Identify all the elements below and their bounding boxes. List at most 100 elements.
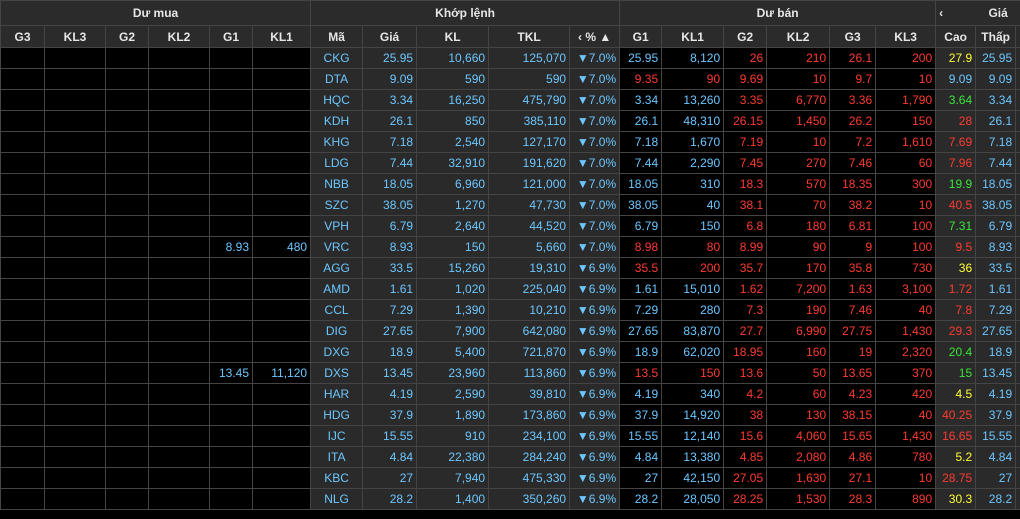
- cell-avg: 19.47: [1015, 341, 1020, 363]
- sort-up-icon[interactable]: ▲: [599, 30, 611, 44]
- price-prev-arrow-icon[interactable]: ‹: [939, 6, 943, 20]
- cell-high: 40.5: [935, 194, 977, 216]
- col-buy-kl1[interactable]: KL1: [251, 25, 312, 48]
- table-row[interactable]: DTA 9.09 590 590 ▼7.0% 9.35 90 9.69 10 9.7 10 9.09 9…: [0, 68, 1020, 90]
- cell-buy-g3: [0, 341, 45, 363]
- col-symbol[interactable]: Mã: [310, 25, 364, 48]
- cell-symbol: HQC: [310, 89, 364, 111]
- table-row[interactable]: HDG 37.9 1,890 173,860 ▼6.9% 37.9 14,920 38 130 3…: [0, 404, 1020, 426]
- cell-sell-kl2: 170: [766, 257, 831, 279]
- cell-sell-kl1: 40: [661, 194, 725, 216]
- cell-buy-kl3: [44, 131, 106, 153]
- col-sell-g1[interactable]: G1: [619, 25, 663, 48]
- group-buy-header: Dư mua: [0, 0, 312, 26]
- cell-buy-g1: [209, 257, 253, 279]
- table-row[interactable]: HAR 4.19 2,590 39,810 ▼6.9% 4.19 340 4.2 60 4.23 4…: [0, 383, 1020, 405]
- cell-sell-kl3: 1,610: [875, 131, 937, 153]
- cell-sell-g1: 7.18: [619, 131, 663, 153]
- cell-avg: 7.42: [1015, 299, 1020, 321]
- cell-low: 18.9: [975, 341, 1017, 363]
- table-row[interactable]: SZC 38.05 1,270 47,730 ▼7.0% 38.05 40 38.1 70 38.…: [0, 194, 1020, 216]
- table-row[interactable]: NBB 18.05 6,960 121,000 ▼7.0% 18.05 310 18.3 570…: [0, 173, 1020, 195]
- table-row[interactable]: KBC 27 7,940 475,330 ▼6.9% 27 42,150 27.05 1,630…: [0, 467, 1020, 489]
- cell-sell-g3: 4.23: [829, 383, 877, 405]
- table-row[interactable]: HQC 3.34 16,250 475,790 ▼7.0% 3.34 13,260 3.35 6…: [0, 89, 1020, 111]
- chevron-left-icon[interactable]: ‹: [578, 30, 582, 44]
- cell-buy-g3: [0, 257, 45, 279]
- cell-low: 4.84: [975, 446, 1017, 468]
- cell-sell-kl1: 2,290: [661, 152, 725, 174]
- cell-high: 27.9: [935, 47, 977, 69]
- col-price[interactable]: Giá: [362, 25, 418, 48]
- col-sell-g3[interactable]: G3: [829, 25, 877, 48]
- table-row[interactable]: LDG 7.44 32,910 191,620 ▼7.0% 7.44 2,290 7.45 27…: [0, 152, 1020, 174]
- table-row[interactable]: AMD 1.61 1,020 225,040 ▼6.9% 1.61 15,010 1.62 7,…: [0, 278, 1020, 300]
- cell-avg: 13.83: [1015, 362, 1020, 384]
- col-avg[interactable]: TB: [1015, 25, 1020, 48]
- cell-sell-g2: 4.85: [723, 446, 768, 468]
- cell-symbol: NBB: [310, 173, 364, 195]
- cell-high: 7.96: [935, 152, 977, 174]
- cell-sell-g3: 27.1: [829, 467, 877, 489]
- table-row[interactable]: CKG 25.95 10,660 125,070 ▼7.0% 25.95 8,120 26 21…: [0, 47, 1020, 69]
- col-buy-g1[interactable]: G1: [209, 25, 253, 48]
- table-row[interactable]: KHG 7.18 2,540 127,170 ▼7.0% 7.18 1,670 7.19 10 7…: [0, 131, 1020, 153]
- col-buy-g2[interactable]: G2: [105, 25, 149, 48]
- cell-avg: 9.09: [1015, 68, 1020, 90]
- cell-percent: ▼6.9%: [569, 320, 621, 342]
- col-low[interactable]: Thấp: [975, 25, 1017, 48]
- cell-buy-g1: [209, 47, 253, 69]
- col-high[interactable]: Cao: [935, 25, 977, 48]
- cell-symbol: IJC: [310, 425, 364, 447]
- cell-buy-g1: [209, 488, 253, 510]
- cell-sell-g2: 8.99: [723, 236, 768, 258]
- cell-buy-kl2: [148, 299, 210, 321]
- cell-buy-g2: [105, 278, 149, 300]
- table-row[interactable]: ITA 4.84 22,380 284,240 ▼6.9% 4.84 13,380 4.85 2…: [0, 446, 1020, 468]
- table-row[interactable]: 8.93 480 VRC 8.93 150 5,660 ▼7.0% 8.98 80 8.99 90 9…: [0, 236, 1020, 258]
- cell-buy-kl2: [148, 488, 210, 510]
- col-sell-kl2[interactable]: KL2: [766, 25, 831, 48]
- cell-high: 7.8: [935, 299, 977, 321]
- cell-sell-g3: 7.46: [829, 152, 877, 174]
- col-buy-kl3[interactable]: KL3: [44, 25, 106, 48]
- col-sell-kl3[interactable]: KL3: [875, 25, 937, 48]
- cell-sell-kl1: 200: [661, 257, 725, 279]
- cell-sell-g1: 7.44: [619, 152, 663, 174]
- cell-buy-g3: [0, 425, 45, 447]
- cell-sell-kl1: 62,020: [661, 341, 725, 363]
- col-total-volume[interactable]: TKL: [488, 25, 571, 48]
- table-row[interactable]: CCL 7.29 1,390 10,210 ▼6.9% 7.29 280 7.3 190 7.46…: [0, 299, 1020, 321]
- col-volume[interactable]: KL: [416, 25, 490, 48]
- cell-avg: 28.05: [1015, 320, 1020, 342]
- cell-sell-kl3: 1,430: [875, 320, 937, 342]
- cell-sell-kl2: 10: [766, 131, 831, 153]
- cell-high: 19.9: [935, 173, 977, 195]
- cell-buy-g3: [0, 362, 45, 384]
- table-row[interactable]: IJC 15.55 910 234,100 ▼6.9% 15.55 12,140 15.6 4,…: [0, 425, 1020, 447]
- cell-sell-g2: 38: [723, 404, 768, 426]
- table-row[interactable]: VPH 6.79 2,640 44,520 ▼7.0% 6.79 150 6.8 180 6.81…: [0, 215, 1020, 237]
- cell-avg: 7.29: [1015, 131, 1020, 153]
- cell-sell-g2: 26.15: [723, 110, 768, 132]
- table-row[interactable]: AGG 33.5 15,260 19,310 ▼6.9% 35.5 200 35.7 170 35…: [0, 257, 1020, 279]
- cell-sell-g2: 3.35: [723, 89, 768, 111]
- cell-total-volume: 125,070: [488, 47, 571, 69]
- cell-buy-g2: [105, 236, 149, 258]
- cell-price: 28.2: [362, 488, 418, 510]
- table-row[interactable]: DIG 27.65 7,900 642,080 ▼6.9% 27.65 83,870 27.7…: [0, 320, 1020, 342]
- cell-sell-kl3: 150: [875, 110, 937, 132]
- col-buy-g3[interactable]: G3: [0, 25, 45, 48]
- cell-buy-kl1: [251, 47, 312, 69]
- cell-buy-g3: [0, 446, 45, 468]
- cell-buy-kl2: [148, 446, 210, 468]
- table-row[interactable]: NLG 28.2 1,400 350,260 ▼6.9% 28.2 28,050 28.25 1…: [0, 488, 1020, 510]
- table-row[interactable]: KDH 26.1 850 385,110 ▼7.0% 26.1 48,310 26.15 1,4…: [0, 110, 1020, 132]
- cell-buy-g3: [0, 236, 45, 258]
- table-row[interactable]: 13.45 11,120 DXS 13.45 23,960 113,860 ▼6.9% 13.…: [0, 362, 1020, 384]
- col-sell-kl1[interactable]: KL1: [661, 25, 725, 48]
- table-row[interactable]: DXG 18.9 5,400 721,870 ▼6.9% 18.9 62,020 18.95 1…: [0, 341, 1020, 363]
- col-percent[interactable]: ‹ % ▲: [569, 25, 621, 48]
- col-sell-g2[interactable]: G2: [723, 25, 768, 48]
- col-buy-kl2[interactable]: KL2: [148, 25, 210, 48]
